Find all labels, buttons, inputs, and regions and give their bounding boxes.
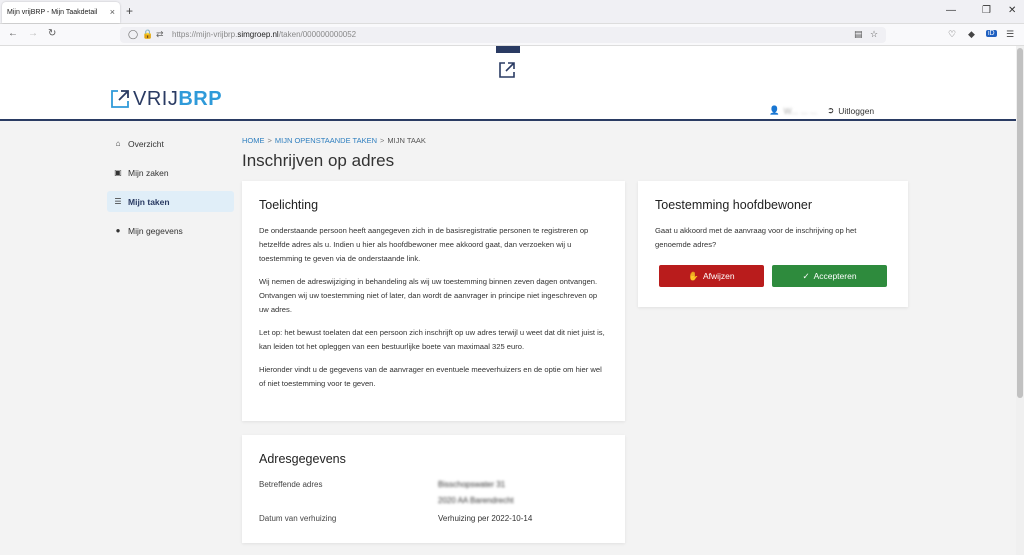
sidebar-item-label: Mijn gegevens [128,225,183,236]
breadcrumb-separator: > [267,136,272,145]
sidebar-item-mijn-taken[interactable]: ☰ Mijn taken [107,191,234,212]
address-label: Betreffende adres [259,480,323,489]
logo-text-brp: BRP [178,87,223,110]
new-tab-button[interactable]: + [126,4,133,18]
reject-label: Afwijzen [702,271,735,281]
sidebar-item-mijn-zaken[interactable]: ▣ Mijn zaken [107,162,234,183]
sidebar-nav: ⌂ Overzicht ▣ Mijn zaken ☰ Mijn taken ● … [107,133,234,249]
explanation-title: Toelichting [259,198,319,212]
archive-icon: ▣ [114,168,122,177]
breadcrumb-home[interactable]: HOME [242,136,265,145]
explanation-paragraph: Hieronder vindt u de gegevens van de aan… [259,365,602,388]
user-icon: 👤 [769,105,780,115]
sidebar-item-label: Mijn zaken [128,167,169,178]
address-card: Adresgegevens Betreffende adres Bisschop… [242,435,625,543]
scrollbar-thumb[interactable] [1017,48,1023,398]
tasks-icon: ☰ [114,197,122,206]
consent-question: Gaat u akkoord met de aanvraag voor de i… [655,226,857,249]
address-bar[interactable]: ◯ 🔒 ⇄ https://mijn-vrijbrp.simgroep.nl/t… [120,27,886,43]
close-window-icon[interactable]: ✕ [1008,5,1016,16]
explanation-paragraph: Let op: het bewust toelaten dat een pers… [259,328,605,351]
address-title: Adresgegevens [259,452,346,466]
extension-icon[interactable]: ◆ [968,29,975,40]
forward-icon[interactable]: → [28,28,38,39]
shield-icon[interactable]: ◯ [128,29,138,40]
address-line2: 2020 AA Barendrecht [438,496,514,505]
sidebar-item-mijn-gegevens[interactable]: ● Mijn gegevens [107,220,234,241]
close-tab-icon[interactable]: × [110,7,115,17]
site-header: VRIJ BRP 👤 W... ... ... ➲ Uitloggen [0,46,1016,121]
date-value: Verhuizing per 2022-10-14 [438,514,533,523]
browser-tab-bar: Mijn vrijBRP - Mijn Taakdetail × + — ❐ ✕ [0,0,1024,24]
header-top-tab [496,46,520,53]
page-title: Inschrijven op adres [242,151,395,170]
sidebar-item-overzicht[interactable]: ⌂ Overzicht [107,133,234,154]
date-label: Datum van verhuizing [259,514,337,523]
sidebar-item-label: Overzicht [128,138,164,149]
menu-icon[interactable]: ☰ [1006,29,1014,40]
permissions-icon[interactable]: ⇄ [156,29,164,40]
user-name: W... ... ... [783,105,818,116]
profile-icon[interactable]: iD [986,30,997,37]
reload-icon[interactable]: ↻ [48,28,56,39]
url-domain: simgroep.nl [237,30,279,39]
logo-text-vrij: VRIJ [133,87,179,110]
lock-icon[interactable]: 🔒 [142,29,153,40]
logo-arrow-icon [111,90,129,108]
user-area: 👤 W... ... ... ➲ Uitloggen [769,105,874,116]
breadcrumb-open-tasks[interactable]: MIJN OPENSTAANDE TAKEN [275,136,377,145]
hand-stop-icon: ✋ [688,270,699,281]
browser-tab[interactable]: Mijn vrijBRP - Mijn Taakdetail × [2,2,120,23]
logout-link[interactable]: Uitloggen [838,106,874,116]
pocket-icon[interactable]: ♡ [948,29,956,40]
browser-nav-bar: ← → ↻ ◯ 🔒 ⇄ https://mijn-vrijbrp.simgroe… [0,24,1024,46]
check-icon: ✓ [802,270,810,281]
breadcrumb-separator: > [380,136,385,145]
home-icon: ⌂ [115,139,121,148]
consent-card: Toestemming hoofdbewoner Gaat u akkoord … [638,181,908,307]
explanation-card: Toelichting De onderstaande persoon heef… [242,181,625,421]
reader-view-icon[interactable]: ▤ [854,29,863,40]
breadcrumb: HOME > MIJN OPENSTAANDE TAKEN > MIJN TAAK [242,136,426,145]
vrijbrp-logo[interactable]: VRIJ BRP [110,87,222,111]
breadcrumb-current: MIJN TAAK [387,136,426,145]
tab-title: Mijn vrijBRP - Mijn Taakdetail [7,9,98,16]
explanation-paragraph: De onderstaande persoon heeft aangegeven… [259,226,589,263]
user-icon: ● [115,226,121,235]
accept-button[interactable]: ✓ Accepteren [772,265,887,287]
explanation-paragraph: Wij nemen de adreswijziging in behandeli… [259,277,598,314]
url-text[interactable]: https://mijn-vrijbrp.simgroep.nl/taken/0… [172,30,356,39]
sidebar-item-label: Mijn taken [128,196,170,207]
consent-title: Toestemming hoofdbewoner [655,198,813,212]
minimize-icon[interactable]: — [946,5,956,16]
reject-button[interactable]: ✋ Afwijzen [659,265,764,287]
url-path: /taken/000000000052 [278,30,357,39]
url-prefix: https://mijn-vrijbrp. [172,30,238,39]
address-line1: Bisschopswater 31 [438,480,506,489]
restore-icon[interactable]: ❐ [982,5,991,16]
page-scrollbar[interactable] [1016,46,1024,555]
bookmark-star-icon[interactable]: ☆ [870,29,878,40]
back-icon[interactable]: ← [8,28,18,39]
logout-icon[interactable]: ➲ [827,105,834,116]
accept-label: Accepteren [813,271,857,281]
external-link-icon[interactable] [497,60,517,80]
